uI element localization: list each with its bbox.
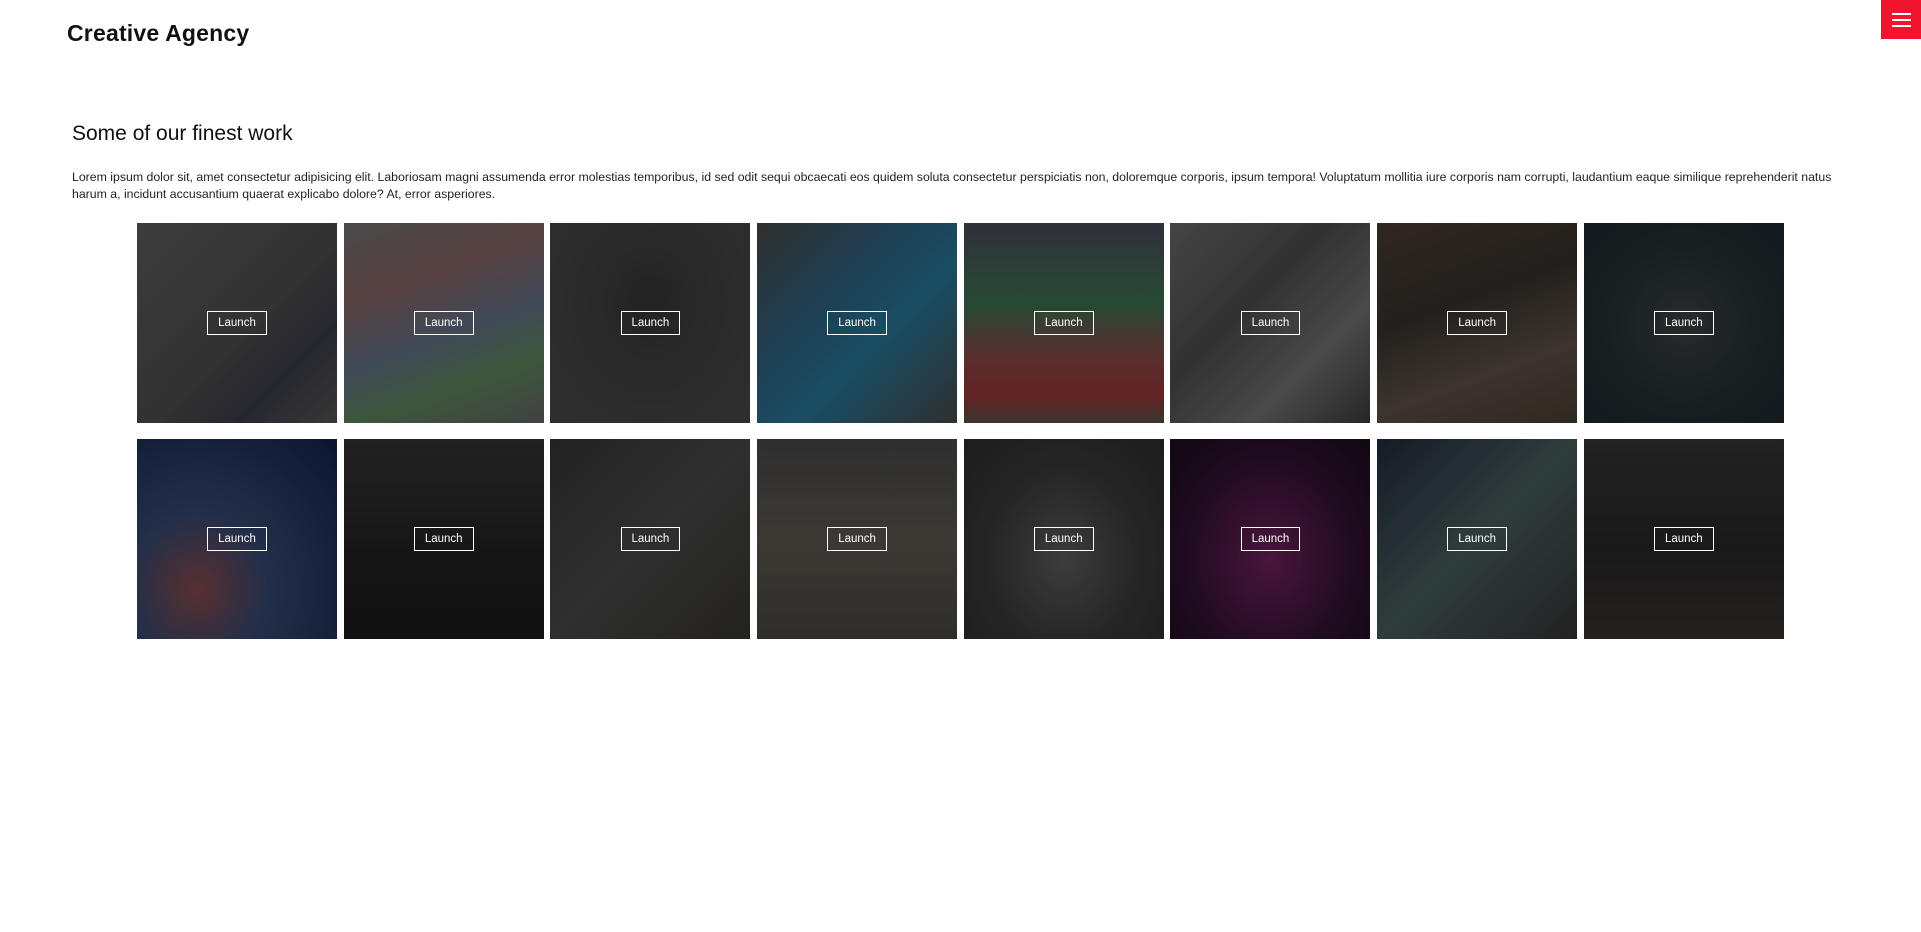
launch-button[interactable]: Launch [1447, 311, 1507, 335]
portfolio-tile[interactable]: Launch [343, 223, 544, 423]
launch-button[interactable]: Launch [207, 527, 267, 551]
portfolio-tile[interactable]: Launch [1377, 223, 1578, 423]
launch-button[interactable]: Launch [1240, 527, 1301, 551]
portfolio-tile[interactable]: Launch [550, 439, 751, 639]
portfolio-tile[interactable]: Launch [1583, 439, 1784, 639]
launch-button[interactable]: Launch [1653, 527, 1714, 551]
launch-button[interactable]: Launch [1033, 527, 1094, 551]
launch-button[interactable]: Launch [207, 311, 267, 335]
section-title: Some of our finest work [72, 122, 293, 145]
launch-button[interactable]: Launch [827, 527, 887, 551]
portfolio-tile[interactable]: Launch [137, 439, 337, 639]
launch-button[interactable]: Launch [1033, 311, 1094, 335]
hamburger-menu-icon [1891, 12, 1911, 15]
portfolio-tile[interactable]: Launch [137, 223, 337, 423]
portfolio-tile[interactable]: Launch [1377, 439, 1578, 639]
menu-button[interactable] [1881, 0, 1921, 39]
portfolio-tile[interactable]: Launch [343, 439, 544, 639]
launch-button[interactable]: Launch [413, 311, 474, 335]
launch-button[interactable]: Launch [1653, 311, 1714, 335]
intro-paragraph: Lorem ipsum dolor sit, amet consectetur … [72, 170, 1832, 201]
portfolio-tile[interactable]: Launch [550, 223, 751, 423]
page: Creative Agency Some of our finest work … [0, 0, 1921, 932]
launch-button[interactable]: Launch [620, 527, 681, 551]
portfolio-tile[interactable]: Launch [1170, 223, 1371, 423]
launch-button[interactable]: Launch [827, 311, 887, 335]
hamburger-menu-icon-bar [1891, 24, 1911, 27]
launch-button[interactable]: Launch [1240, 311, 1301, 335]
launch-button[interactable]: Launch [413, 527, 474, 551]
portfolio-tile[interactable]: Launch [963, 439, 1164, 639]
brand-logo-text[interactable]: Creative Agency [67, 20, 249, 47]
portfolio-tile[interactable]: Launch [757, 439, 958, 639]
hamburger-menu-icon-bar [1891, 18, 1911, 21]
portfolio-tile[interactable]: Launch [1583, 223, 1784, 423]
portfolio-tile[interactable]: Launch [757, 223, 958, 423]
launch-button[interactable]: Launch [620, 311, 681, 335]
portfolio-tile[interactable]: Launch [963, 223, 1164, 423]
portfolio-gallery: Launch Launch Launch Launch Launch Launc… [137, 223, 1784, 639]
portfolio-tile[interactable]: Launch [1170, 439, 1371, 639]
launch-button[interactable]: Launch [1447, 527, 1507, 551]
